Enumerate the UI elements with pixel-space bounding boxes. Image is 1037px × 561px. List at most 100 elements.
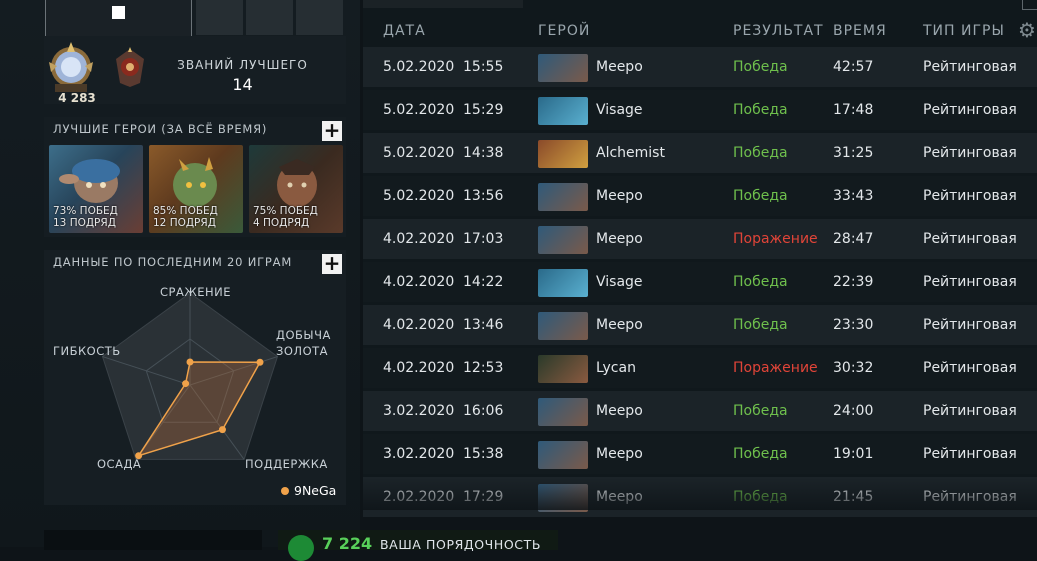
- match-row[interactable]: 5.02.2020 15:55 Meepo Победа 42:57 Рейтингова…: [363, 47, 1037, 87]
- match-game-type: Рейтинговая: [923, 403, 1017, 419]
- match-hero-name: Meepo: [596, 446, 643, 462]
- match-row[interactable]: 4.02.2020 17:03 Meepo Поражение 28:47 Рейтинг…: [363, 219, 1037, 259]
- match-hero-name: Meepo: [596, 231, 643, 247]
- match-date: 5.02.2020: [383, 102, 455, 118]
- rank-medal-icon[interactable]: [45, 40, 97, 94]
- best-heroes-title: ЛУЧШИЕ ГЕРОИ (ЗА ВСЁ ВРЕМЯ): [53, 122, 268, 136]
- match-date: 4.02.2020: [383, 231, 455, 247]
- match-hero-name: Meepo: [596, 403, 643, 419]
- match-time: 15:29: [463, 102, 504, 118]
- match-hero-name: Meepo: [596, 59, 643, 75]
- legend-dot-icon: [281, 487, 289, 495]
- match-hero-name: Lycan: [596, 360, 636, 376]
- radar-legend-player: 9NeGa: [294, 483, 337, 498]
- match-date: 4.02.2020: [383, 360, 455, 376]
- match-result: Победа: [733, 59, 788, 75]
- match-game-type: Рейтинговая: [923, 317, 1017, 333]
- hero-card-lycan[interactable]: 75% ПОБЕД 4 ПОДРЯД: [249, 145, 343, 233]
- radar-label-pushing: ОСАДА: [97, 457, 142, 471]
- match-row[interactable]: 5.02.2020 13:56 Meepo Победа 33:43 Рейтингова…: [363, 176, 1037, 216]
- match-hero-name: Alchemist: [596, 145, 665, 161]
- match-game-type: Рейтинговая: [923, 446, 1017, 462]
- match-result: Победа: [733, 403, 788, 419]
- match-row[interactable]: 4.02.2020 14:22 Visage Победа 22:39 Рейтингов…: [363, 262, 1037, 302]
- match-result: Поражение: [733, 360, 818, 376]
- hero-portrait-icon[interactable]: [538, 269, 588, 297]
- best-ranks-label: ЗВАНИЙ ЛУЧШЕГО: [177, 58, 308, 72]
- hero-portrait-icon[interactable]: [538, 312, 588, 340]
- scroll-indicator[interactable]: [1022, 0, 1037, 10]
- match-duration: 19:01: [833, 446, 874, 462]
- match-hero-name: Visage: [596, 102, 643, 118]
- column-header-duration[interactable]: ВРЕМЯ: [833, 23, 887, 39]
- match-result: Победа: [733, 317, 788, 333]
- match-duration: 28:47: [833, 231, 874, 247]
- item-slot-1[interactable]: [196, 0, 243, 35]
- match-duration: 30:32: [833, 360, 874, 376]
- hero-card-meepo[interactable]: 73% ПОБЕД 13 ПОДРЯД: [49, 145, 143, 233]
- match-time: 13:56: [463, 188, 504, 204]
- match-game-type: Рейтинговая: [923, 231, 1017, 247]
- hero-streak: 4 ПОДРЯД: [253, 217, 310, 229]
- match-game-type: Рейтинговая: [923, 188, 1017, 204]
- match-game-type: Рейтинговая: [923, 274, 1017, 290]
- hero-portrait-icon[interactable]: [538, 355, 588, 383]
- rank-number: 4 283: [58, 91, 96, 105]
- radar-point: [218, 426, 226, 434]
- match-duration: 17:48: [833, 102, 874, 118]
- match-date: 4.02.2020: [383, 317, 455, 333]
- radar-label-farming-2: ЗОЛОТА: [276, 344, 329, 358]
- match-date: 5.02.2020: [383, 188, 455, 204]
- hero-card-alchemist[interactable]: 85% ПОБЕД 12 ПОДРЯД: [149, 145, 243, 233]
- match-date: 3.02.2020: [383, 403, 455, 419]
- match-game-type: Рейтинговая: [923, 145, 1017, 161]
- radar-label-fighting: СРАЖЕНИЕ: [160, 285, 232, 299]
- column-header-hero[interactable]: ГЕРОЙ: [538, 23, 590, 39]
- match-time: 15:55: [463, 59, 504, 75]
- match-duration: 31:25: [833, 145, 874, 161]
- radar-label-farming-1: ДОБЫЧА: [276, 328, 331, 342]
- match-result: Победа: [733, 274, 788, 290]
- conduct-label: ВАША ПОРЯДОЧНОСТЬ: [380, 537, 542, 552]
- match-row[interactable]: 3.02.2020 16:06 Meepo Победа 24:00 Рейтингова…: [363, 391, 1037, 431]
- match-row[interactable]: 4.02.2020 12:53 Lycan Поражение 30:32 Рейтинг…: [363, 348, 1037, 388]
- hero-streak: 13 ПОДРЯД: [53, 217, 116, 229]
- best-heroes-add-button[interactable]: +: [322, 120, 342, 141]
- match-time: 16:06: [463, 403, 504, 419]
- conduct-score: 7 224: [322, 534, 373, 553]
- hero-winrate: 73% ПОБЕД: [53, 205, 118, 217]
- column-header-result[interactable]: РЕЗУЛЬТАТ: [733, 23, 824, 39]
- match-duration: 22:39: [833, 274, 874, 290]
- avatar-placeholder-icon: [112, 6, 125, 19]
- match-time: 14:22: [463, 274, 504, 290]
- hero-portrait-icon[interactable]: [538, 140, 588, 168]
- hero-portrait-icon[interactable]: [538, 97, 588, 125]
- match-row[interactable]: 3.02.2020 15:38 Meepo Победа 19:01 Рейтингова…: [363, 434, 1037, 474]
- hero-portrait-icon[interactable]: [538, 226, 588, 254]
- match-row[interactable]: 5.02.2020 14:38 Alchemist Победа 31:25 Рейтин…: [363, 133, 1037, 173]
- hero-streak: 12 ПОДРЯД: [153, 217, 216, 229]
- match-time: 14:38: [463, 145, 504, 161]
- column-header-game-type[interactable]: ТИП ИГРЫ: [923, 23, 1005, 39]
- match-result: Победа: [733, 102, 788, 118]
- hero-portrait-icon[interactable]: [538, 54, 588, 82]
- hero-portrait-icon[interactable]: [538, 441, 588, 469]
- column-header-date[interactable]: ДАТА: [383, 23, 426, 39]
- hero-portrait-icon[interactable]: [538, 398, 588, 426]
- match-duration: 42:57: [833, 59, 874, 75]
- match-date: 3.02.2020: [383, 446, 455, 462]
- leaderboard-medal-icon[interactable]: [110, 45, 150, 90]
- conduct-smiley-icon: [288, 535, 314, 561]
- hero-winrate: 75% ПОБЕД: [253, 205, 318, 217]
- table-fade: [363, 478, 1037, 510]
- gear-icon[interactable]: ⚙: [1018, 18, 1036, 42]
- match-result: Победа: [733, 188, 788, 204]
- item-slot-3[interactable]: [296, 0, 343, 35]
- item-slot-2[interactable]: [246, 0, 293, 35]
- match-row[interactable]: 4.02.2020 13:46 Meepo Победа 23:30 Рейтингова…: [363, 305, 1037, 345]
- match-duration: 33:43: [833, 188, 874, 204]
- hero-portrait-icon[interactable]: [538, 183, 588, 211]
- match-row[interactable]: 5.02.2020 15:29 Visage Победа 17:48 Рейтингов…: [363, 90, 1037, 130]
- match-hero-name: Meepo: [596, 317, 643, 333]
- match-time: 13:46: [463, 317, 504, 333]
